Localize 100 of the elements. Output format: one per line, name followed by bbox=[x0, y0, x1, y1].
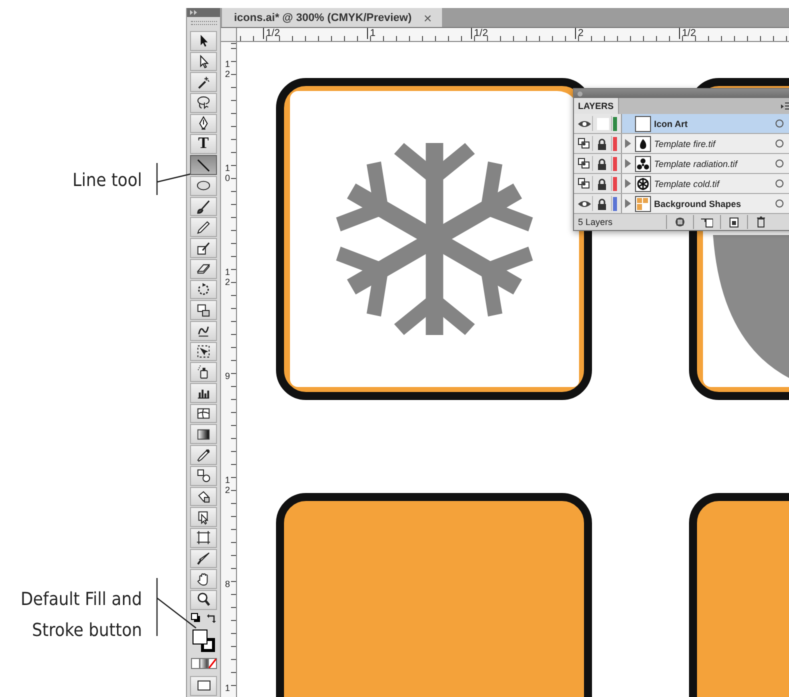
fill-stroke-swatch[interactable] bbox=[190, 628, 217, 654]
artboard-icon bbox=[196, 530, 211, 546]
visibility-toggle[interactable] bbox=[578, 200, 590, 208]
lock-toggle[interactable] bbox=[597, 198, 609, 210]
zoom-icon bbox=[196, 592, 211, 608]
panel-tab[interactable]: LAYERS bbox=[574, 98, 619, 114]
radiation-thumbnail bbox=[635, 156, 651, 172]
pointer-square-icon bbox=[196, 510, 211, 525]
swap-button[interactable] bbox=[206, 612, 216, 623]
lock-toggle[interactable] bbox=[597, 138, 609, 150]
squares-thumbnail bbox=[635, 196, 651, 212]
tool-button[interactable] bbox=[190, 217, 217, 238]
eye-icon bbox=[578, 120, 590, 128]
tool-button[interactable] bbox=[190, 92, 217, 113]
layer-count: 5 Layers bbox=[578, 217, 614, 227]
tool-button[interactable] bbox=[190, 424, 217, 444]
template-toggle[interactable] bbox=[578, 178, 590, 189]
mesh-icon bbox=[196, 406, 211, 422]
new-layer-icon bbox=[728, 216, 740, 228]
color-mode-button[interactable] bbox=[190, 657, 217, 672]
gradient-icon bbox=[196, 426, 211, 442]
document-tab[interactable]: icons.ai* @ 300% (CMYK/Preview) × bbox=[222, 8, 442, 27]
lock-toggle[interactable] bbox=[597, 158, 609, 170]
expand-button[interactable] bbox=[625, 139, 632, 148]
expand-button[interactable] bbox=[625, 159, 632, 168]
tool-button[interactable] bbox=[190, 569, 217, 590]
expand-button[interactable] bbox=[625, 179, 632, 188]
line-icon bbox=[196, 158, 211, 173]
lock-icon bbox=[597, 138, 607, 150]
knife-icon bbox=[196, 551, 211, 566]
template-toggle[interactable] bbox=[578, 138, 590, 149]
tool-button[interactable] bbox=[190, 548, 217, 568]
tool-button[interactable] bbox=[190, 52, 217, 72]
target-icon bbox=[775, 199, 784, 208]
close-icon bbox=[577, 90, 583, 96]
close-button[interactable]: × bbox=[424, 10, 432, 26]
tool-button[interactable] bbox=[190, 383, 217, 403]
ruler-label: 12 bbox=[224, 60, 231, 80]
target-icon bbox=[775, 179, 784, 188]
blank-thumbnail bbox=[635, 116, 651, 132]
ruler-label: 10 bbox=[224, 164, 231, 184]
template-toggle[interactable] bbox=[578, 158, 590, 169]
clipping-mask-icon bbox=[674, 216, 686, 228]
screen-mode-button[interactable] bbox=[190, 676, 217, 696]
paint-bucket-icon bbox=[196, 488, 211, 504]
lasso-icon bbox=[196, 95, 211, 110]
target-icon bbox=[775, 139, 784, 148]
tool-button[interactable] bbox=[190, 507, 217, 527]
snowflake-thumbnail bbox=[635, 176, 651, 192]
tool-button[interactable] bbox=[190, 404, 217, 424]
tool-button[interactable] bbox=[190, 300, 217, 320]
ruler-label: 1/2 bbox=[679, 28, 696, 39]
tool-button[interactable] bbox=[190, 528, 217, 548]
eye-icon bbox=[578, 200, 590, 208]
tool-button[interactable] bbox=[190, 196, 217, 216]
tool-button[interactable] bbox=[190, 72, 217, 92]
swap-icon bbox=[206, 612, 216, 623]
tool-button[interactable] bbox=[190, 445, 217, 465]
callout-label: Default Fill and Stroke button bbox=[20, 588, 142, 643]
lock-toggle[interactable] bbox=[597, 178, 609, 190]
leader-line bbox=[156, 577, 197, 637]
brush-icon bbox=[196, 199, 211, 214]
lock-icon bbox=[597, 178, 607, 190]
color-modes-icon bbox=[190, 658, 216, 670]
target-icon bbox=[775, 119, 784, 128]
tool-button[interactable] bbox=[190, 114, 217, 134]
ruler-label: 12 bbox=[224, 476, 231, 496]
tool-button[interactable] bbox=[190, 486, 217, 506]
tool-button[interactable] bbox=[190, 342, 217, 362]
tool-button[interactable] bbox=[190, 155, 217, 176]
callout-label: Line tool bbox=[71, 169, 142, 193]
tool-button[interactable] bbox=[190, 320, 217, 341]
tool-button[interactable] bbox=[190, 362, 217, 382]
visibility-toggle[interactable] bbox=[578, 120, 590, 128]
tool-button[interactable] bbox=[190, 238, 217, 258]
eyedropper-icon bbox=[196, 448, 211, 463]
ruler-label: 1/2 bbox=[263, 28, 280, 39]
ruler-label: 12 bbox=[224, 268, 231, 288]
tool-button[interactable] bbox=[190, 258, 217, 279]
tool-button[interactable]: T bbox=[190, 134, 217, 154]
expand-arrow-icon bbox=[625, 199, 631, 208]
default-fill-stroke-button[interactable] bbox=[190, 612, 200, 623]
lock-icon bbox=[597, 198, 607, 210]
tool-button[interactable] bbox=[190, 590, 217, 610]
lock-toggle[interactable] bbox=[597, 118, 609, 130]
expand-button[interactable] bbox=[625, 199, 632, 208]
target-icon bbox=[775, 159, 784, 168]
tool-button[interactable] bbox=[190, 176, 217, 196]
document-title: icons.ai* @ 300% (CMYK/Preview) bbox=[234, 12, 412, 24]
rotate-icon bbox=[196, 282, 211, 297]
tool-button[interactable] bbox=[190, 280, 217, 300]
expand-arrow-icon bbox=[625, 139, 631, 148]
menu-icon bbox=[781, 102, 789, 110]
tool-button[interactable] bbox=[190, 30, 217, 51]
ruler-label: 8 bbox=[224, 580, 231, 590]
pencil-icon bbox=[196, 220, 211, 235]
tool-button[interactable] bbox=[190, 466, 217, 486]
scale-icon bbox=[196, 302, 211, 318]
screen-icon bbox=[196, 680, 210, 692]
ruler-label: 2 bbox=[575, 28, 584, 39]
